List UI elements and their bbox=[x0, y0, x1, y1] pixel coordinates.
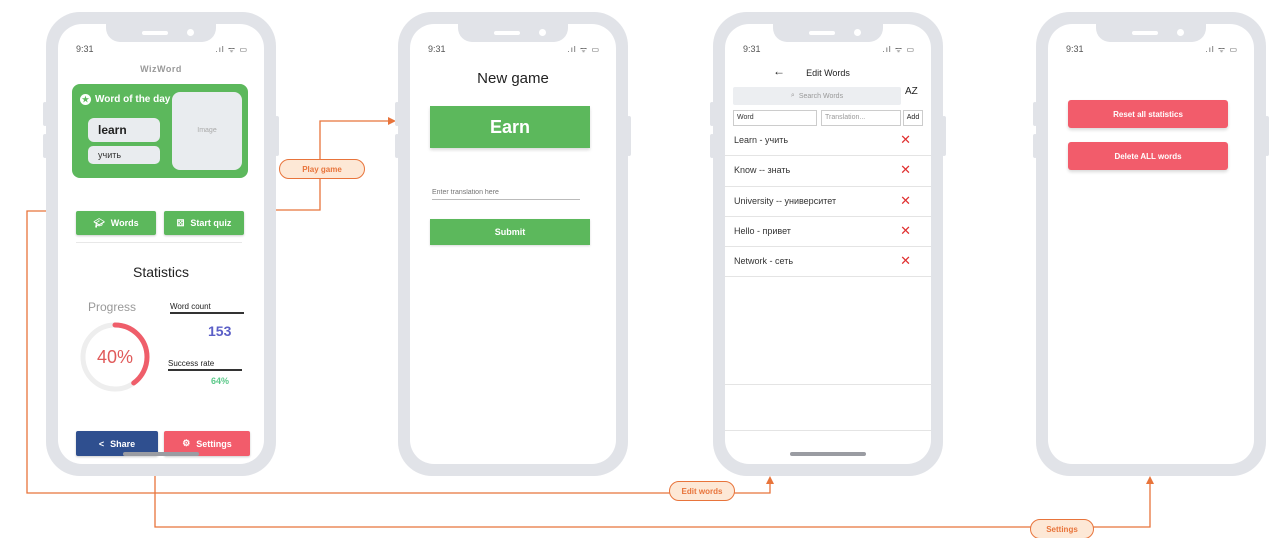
list-item[interactable]: Learn - учить ✕ bbox=[725, 126, 931, 157]
delete-icon[interactable]: ✕ bbox=[900, 223, 911, 239]
progress-value: 40% bbox=[96, 347, 134, 367]
delete-icon[interactable]: ✕ bbox=[900, 162, 911, 178]
divider bbox=[76, 242, 242, 243]
word-list: Learn - учить ✕ Know -- знать ✕ University… bbox=[725, 126, 931, 278]
phone-edit-words: 9:31 .ıl ᯤ ▭ ← Edit Words ⌕ Search Words… bbox=[710, 12, 946, 476]
word-pair: Network - сеть bbox=[734, 256, 794, 267]
status-icons: .ıl ᯤ ▭ bbox=[882, 45, 915, 54]
status-icons: .ıl ᯤ ▭ bbox=[567, 45, 600, 54]
word-of-day-translation: учить bbox=[88, 146, 160, 164]
home-indicator bbox=[123, 452, 199, 456]
add-button[interactable]: Add bbox=[903, 110, 923, 126]
start-quiz-button[interactable]: ⚄ Start quiz bbox=[164, 211, 244, 235]
share-label: Share bbox=[110, 438, 136, 449]
word-image-placeholder: Image bbox=[172, 92, 242, 170]
edit-words-title: Edit Words bbox=[806, 68, 850, 78]
word-of-day-card[interactable]: ★ Word of the day learn учить Image bbox=[72, 84, 248, 178]
graduation-cap-icon: 🎓︎ bbox=[93, 217, 105, 228]
notch bbox=[1096, 24, 1206, 42]
notch bbox=[458, 24, 568, 42]
start-quiz-label: Start quiz bbox=[190, 218, 232, 228]
search-input[interactable]: ⌕ Search Words bbox=[733, 87, 901, 105]
delete-icon[interactable]: ✕ bbox=[900, 132, 911, 148]
word-field[interactable]: Word bbox=[733, 110, 817, 126]
edit-words-flow-label: Edit words bbox=[669, 481, 735, 501]
word-pair: Know -- знать bbox=[734, 165, 791, 176]
word-of-day-title: ★ Word of the day bbox=[80, 94, 170, 105]
settings-screen: 9:31 .ıl ᯤ ▭ Reset all statistics Delete… bbox=[1048, 24, 1254, 464]
phone-home: 9:31 .ıl ᯤ ▭ WizWord ★ Word of the day l… bbox=[43, 12, 279, 476]
app-title: WizWord bbox=[140, 64, 182, 74]
word-pair: Hello - привет bbox=[734, 225, 791, 236]
word-pair: Learn - учить bbox=[734, 135, 789, 145]
word-count-value: 153 bbox=[208, 323, 232, 339]
notch bbox=[106, 24, 216, 42]
list-item[interactable]: Know -- знать ✕ bbox=[725, 156, 931, 187]
word-count-label: Word count bbox=[170, 302, 244, 314]
new-game-screen: 9:31 .ıl ᯤ ▭ New game Earn Submit bbox=[410, 24, 616, 464]
word-pair: University -- университет bbox=[734, 195, 837, 206]
status-icons: .ıl ᯤ ▭ bbox=[1205, 45, 1238, 54]
list-item[interactable]: University -- университет ✕ bbox=[725, 187, 931, 217]
status-time: 9:31 bbox=[743, 44, 761, 54]
statistics-title: Statistics bbox=[132, 264, 189, 280]
translation-field[interactable]: Translation... bbox=[821, 110, 901, 126]
status-time: 9:31 bbox=[428, 44, 446, 54]
home-indicator bbox=[790, 452, 866, 456]
divider bbox=[725, 430, 931, 431]
words-button[interactable]: 🎓︎ Words bbox=[76, 211, 156, 235]
words-button-label: Words bbox=[110, 218, 139, 228]
phone-settings: 9:31 .ıl ᯤ ▭ Reset all statistics Delete… bbox=[1033, 12, 1269, 476]
dice-icon: ⚄ bbox=[176, 217, 185, 228]
word-of-day-label: Word of the day bbox=[95, 94, 171, 105]
share-icon: < bbox=[98, 438, 105, 449]
edit-words-screen: 9:31 .ıl ᯤ ▭ ← Edit Words ⌕ Search Words… bbox=[725, 24, 931, 464]
new-game-title: New game bbox=[477, 70, 549, 87]
submit-button[interactable]: Submit bbox=[430, 219, 590, 245]
star-icon: ★ bbox=[80, 94, 91, 105]
search-icon: ⌕ bbox=[790, 92, 795, 99]
success-rate-value: 64% bbox=[211, 376, 230, 386]
phone-new-game: 9:31 .ıl ᯤ ▭ New game Earn Submit bbox=[395, 12, 631, 476]
settings-label: Settings bbox=[196, 438, 232, 449]
status-time: 9:31 bbox=[76, 44, 94, 54]
list-item[interactable]: Hello - привет ✕ bbox=[725, 217, 931, 248]
delete-icon[interactable]: ✕ bbox=[900, 253, 911, 269]
home-screen: 9:31 .ıl ᯤ ▭ WizWord ★ Word of the day l… bbox=[58, 24, 264, 464]
reset-statistics-button[interactable]: Reset all statistics bbox=[1068, 100, 1228, 128]
sort-az-icon[interactable]: AZ bbox=[905, 86, 918, 97]
notch bbox=[773, 24, 883, 42]
progress-label: Progress bbox=[88, 300, 137, 314]
play-game-flow-label: Play game bbox=[279, 159, 365, 179]
divider bbox=[725, 384, 931, 385]
delete-all-words-button[interactable]: Delete ALL words bbox=[1068, 142, 1228, 170]
success-rate-label: Success rate bbox=[168, 359, 242, 371]
word-of-day-word: learn bbox=[88, 118, 160, 142]
status-icons: .ıl ᯤ ▭ bbox=[215, 45, 248, 54]
list-item[interactable]: Network - сеть ✕ bbox=[725, 247, 931, 278]
gear-icon: ⚙ bbox=[182, 438, 191, 448]
quiz-word: Earn bbox=[430, 106, 590, 148]
translation-input[interactable] bbox=[432, 186, 580, 200]
settings-flow-label: Settings bbox=[1030, 519, 1094, 538]
search-placeholder: Search Words bbox=[798, 92, 844, 100]
status-time: 9:31 bbox=[1066, 44, 1084, 54]
delete-icon[interactable]: ✕ bbox=[900, 193, 911, 209]
